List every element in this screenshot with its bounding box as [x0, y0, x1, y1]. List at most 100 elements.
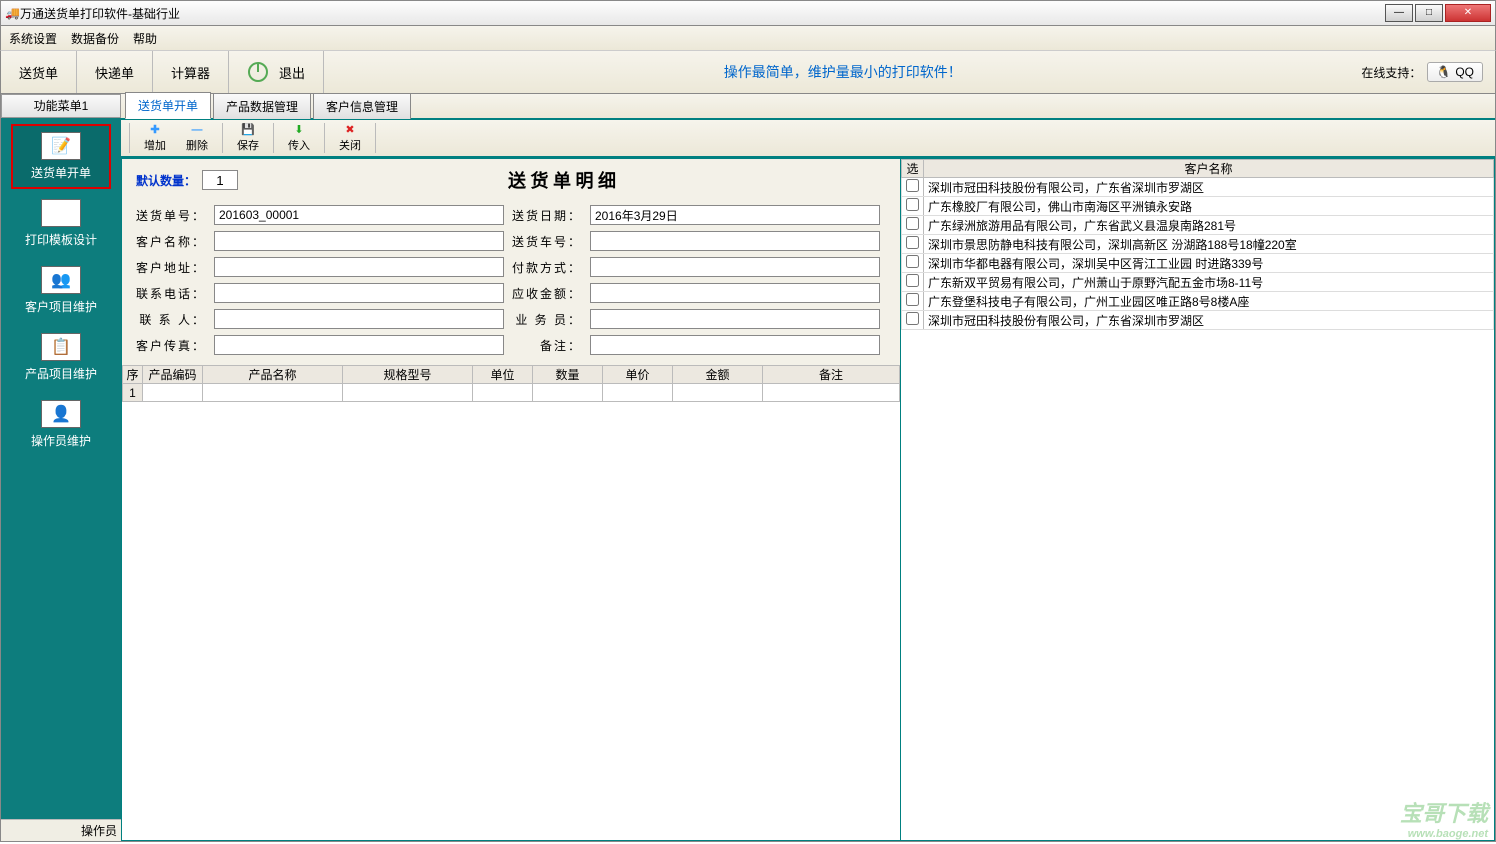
customer-checkbox[interactable]: [906, 217, 919, 230]
table-row[interactable]: 1: [123, 384, 900, 402]
label-remark: 备注：: [512, 337, 582, 354]
customer-pane: 选 客户名称 深圳市冠田科技股份有限公司，广东省深圳市罗湖区广东橡胶厂有限公司，…: [901, 158, 1495, 841]
maximize-button[interactable]: □: [1415, 4, 1443, 22]
list-icon: 📋: [41, 333, 81, 361]
customer-row[interactable]: 广东橡胶厂有限公司，佛山市南海区平洲镇永安路: [902, 197, 1494, 216]
label-amount: 应收金额：: [512, 285, 582, 302]
label-car-no: 送货车号：: [512, 233, 582, 250]
support-label: 在线支持：: [1361, 64, 1421, 81]
customer-checkbox[interactable]: [906, 312, 919, 325]
col-amount: 金额: [673, 366, 763, 384]
sidebar-item-customer[interactable]: 👥 客户项目维护: [11, 258, 111, 323]
input-phone[interactable]: [214, 283, 504, 303]
window-controls: — □ ✕: [1385, 4, 1491, 22]
customer-row[interactable]: 深圳市冠田科技股份有限公司，广东省深圳市罗湖区: [902, 178, 1494, 197]
express-button[interactable]: 快递单: [77, 51, 153, 93]
customer-row[interactable]: 广东绿洲旅游用品有限公司，广东省武义县温泉南路281号: [902, 216, 1494, 235]
exit-button[interactable]: 退出: [229, 51, 324, 93]
customer-row[interactable]: 广东登堡科技电子有限公司，广州工业园区唯正路8号8楼A座: [902, 292, 1494, 311]
slogan-text: 操作最简单，维护量最小的打印软件！: [324, 62, 1361, 82]
minimize-button[interactable]: —: [1385, 4, 1413, 22]
delivery-button[interactable]: 送货单: [1, 51, 77, 93]
input-staff[interactable]: [590, 309, 880, 329]
col-name: 产品名称: [203, 366, 343, 384]
tab-delivery-order[interactable]: 送货单开单: [125, 92, 211, 119]
customer-checkbox[interactable]: [906, 179, 919, 192]
customer-row[interactable]: 深圳市冠田科技股份有限公司，广东省深圳市罗湖区: [902, 311, 1494, 330]
label-cust-addr: 客户地址：: [136, 259, 206, 276]
input-contact[interactable]: [214, 309, 504, 329]
save-button[interactable]: 💾保存: [229, 121, 267, 155]
customer-checkbox[interactable]: [906, 198, 919, 211]
col-spec: 规格型号: [343, 366, 473, 384]
menubar: 系统设置 数据备份 帮助: [0, 26, 1496, 50]
customer-name-cell: 深圳市冠田科技股份有限公司，广东省深圳市罗湖区: [924, 178, 1494, 197]
window-title: 万通送货单打印软件-基础行业: [20, 5, 1385, 22]
customer-row[interactable]: 深圳市华都电器有限公司，深圳吴中区胥江工业园 时进路339号: [902, 254, 1494, 273]
tab-strip: 送货单开单 产品数据管理 客户信息管理: [121, 94, 1495, 120]
col-customer-name: 客户名称: [924, 160, 1494, 178]
tab-product-data[interactable]: 产品数据管理: [213, 93, 311, 119]
sidebar: 功能菜单1 📝 送货单开单 🖨 打印模板设计 👥 客户项目维护 📋 产品项目维护…: [1, 94, 121, 841]
input-pay-method[interactable]: [590, 257, 880, 277]
sidebar-tab[interactable]: 功能菜单1: [1, 94, 121, 118]
customer-checkbox[interactable]: [906, 255, 919, 268]
input-order-no[interactable]: [214, 205, 504, 225]
input-remark[interactable]: [590, 335, 880, 355]
plus-icon: ✚: [150, 123, 159, 136]
customer-checkbox[interactable]: [906, 236, 919, 249]
add-button[interactable]: ✚增加: [136, 121, 174, 155]
power-icon: [247, 61, 269, 83]
delete-button[interactable]: —删除: [178, 122, 216, 155]
customer-name-cell: 深圳市景思防静电科技有限公司，深圳高新区 汾湖路188号18幢220室: [924, 235, 1494, 254]
form-title: 送 货 单 明 细: [238, 167, 886, 193]
sidebar-item-template[interactable]: 🖨 打印模板设计: [11, 191, 111, 256]
input-date[interactable]: [590, 205, 880, 225]
form-pane: 默认数量： 送 货 单 明 细 送货单号： 送货日期： 客户名称： 送货车号： …: [121, 158, 901, 841]
customer-name-cell: 广东橡胶厂有限公司，佛山市南海区平洲镇永安路: [924, 197, 1494, 216]
customer-row[interactable]: 广东新双平贸易有限公司，广州萧山于原野汽配五金市场8-11号: [902, 273, 1494, 292]
sidebar-item-delivery-order[interactable]: 📝 送货单开单: [11, 124, 111, 189]
default-qty-input[interactable]: [202, 170, 238, 190]
sidebar-item-product[interactable]: 📋 产品项目维护: [11, 325, 111, 390]
col-unit: 单位: [473, 366, 533, 384]
label-contact: 联 系 人：: [136, 311, 206, 328]
customer-name-cell: 深圳市冠田科技股份有限公司，广东省深圳市罗湖区: [924, 311, 1494, 330]
customer-name-cell: 深圳市华都电器有限公司，深圳吴中区胥江工业园 时进路339号: [924, 254, 1494, 273]
menu-backup[interactable]: 数据备份: [71, 30, 119, 47]
save-icon: 💾: [241, 123, 255, 136]
close-button[interactable]: ✕: [1445, 4, 1491, 22]
qq-button[interactable]: 🐧 QQ: [1427, 62, 1483, 82]
input-fax[interactable]: [214, 335, 504, 355]
col-qty: 数量: [533, 366, 603, 384]
close-tab-button[interactable]: ✖关闭: [331, 121, 369, 155]
sidebar-item-operator[interactable]: 👤 操作员维护: [11, 392, 111, 457]
customer-checkbox[interactable]: [906, 293, 919, 306]
col-price: 单价: [603, 366, 673, 384]
form-icon: 📝: [41, 132, 81, 160]
col-code: 产品编码: [143, 366, 203, 384]
label-phone: 联系电话：: [136, 285, 206, 302]
col-select: 选: [902, 160, 924, 178]
sub-toolbar: ✚增加 —删除 💾保存 ⬇传入 ✖关闭: [121, 120, 1495, 158]
label-cust-name: 客户名称：: [136, 233, 206, 250]
customer-checkbox[interactable]: [906, 274, 919, 287]
users-icon: 👥: [41, 266, 81, 294]
label-fax: 客户传真：: [136, 337, 206, 354]
tab-customer-info[interactable]: 客户信息管理: [313, 93, 411, 119]
calculator-button[interactable]: 计算器: [153, 51, 229, 93]
detail-grid[interactable]: 序 产品编码 产品名称 规格型号 单位 数量 单价 金额 备注 1: [122, 365, 900, 840]
import-button[interactable]: ⬇传入: [280, 121, 318, 155]
menu-help[interactable]: 帮助: [133, 30, 157, 47]
menu-system[interactable]: 系统设置: [9, 30, 57, 47]
input-car-no[interactable]: [590, 231, 880, 251]
customer-name-cell: 广东新双平贸易有限公司，广州萧山于原野汽配五金市场8-11号: [924, 273, 1494, 292]
app-icon: 🚚: [5, 6, 20, 20]
input-amount[interactable]: [590, 283, 880, 303]
qq-icon: 🐧: [1436, 65, 1451, 79]
customer-row[interactable]: 深圳市景思防静电科技有限公司，深圳高新区 汾湖路188号18幢220室: [902, 235, 1494, 254]
user-icon: 👤: [41, 400, 81, 428]
input-cust-name[interactable]: [214, 231, 504, 251]
import-icon: ⬇: [294, 123, 303, 136]
input-cust-addr[interactable]: [214, 257, 504, 277]
